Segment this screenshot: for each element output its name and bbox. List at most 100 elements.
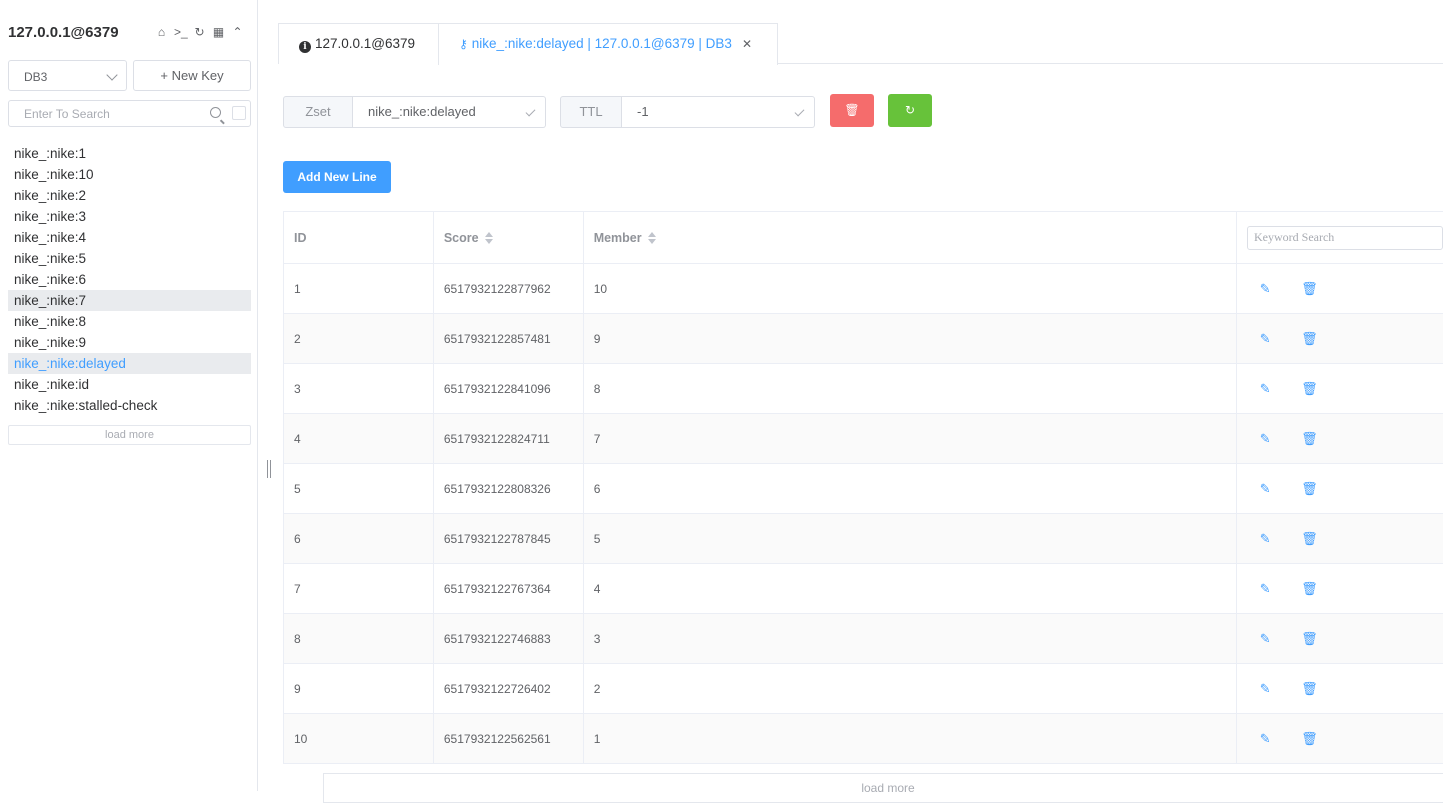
cell-id: 10 <box>284 714 434 763</box>
key-icon: ⚷ <box>459 37 468 51</box>
header-score[interactable]: Score <box>434 212 584 263</box>
connection-toolbar: ⌂ >_ ↻ ▦ ⌃ <box>155 26 244 39</box>
sort-icon[interactable] <box>484 231 493 244</box>
key-search <box>8 100 251 127</box>
trash-icon[interactable]: 🗑 <box>1301 431 1318 447</box>
cell-member: 9 <box>584 314 1238 363</box>
cell-id: 2 <box>284 314 434 363</box>
sidebar: 127.0.0.1@6379 ⌂ >_ ↻ ▦ ⌃ DB3 + New Key … <box>0 0 258 791</box>
trash-icon[interactable]: 🗑 <box>1301 481 1318 497</box>
exact-search-checkbox[interactable] <box>232 106 246 120</box>
key-list-item[interactable]: nike_:nike:3 <box>8 206 251 227</box>
check-icon[interactable] <box>794 106 805 117</box>
table-row: 3 6517932122841096 8 ✎ 🗑 <box>284 364 1443 414</box>
table-load-more[interactable]: load more <box>323 773 1443 803</box>
edit-icon[interactable]: ✎ <box>1257 331 1273 347</box>
trash-icon[interactable]: 🗑 <box>1301 731 1318 747</box>
key-list-item[interactable]: nike_:nike:5 <box>8 248 251 269</box>
edit-icon[interactable]: ✎ <box>1257 381 1273 397</box>
edit-icon[interactable]: ✎ <box>1257 681 1273 697</box>
key-list-item[interactable]: nike_:nike:4 <box>8 227 251 248</box>
table-row: 10 6517932122562561 1 ✎ 🗑 <box>284 714 1443 764</box>
table-row: 8 6517932122746883 3 ✎ 🗑 <box>284 614 1443 664</box>
trash-icon[interactable]: 🗑 <box>1301 331 1318 347</box>
cell-id: 4 <box>284 414 434 463</box>
cell-member: 1 <box>584 714 1238 763</box>
add-new-line-button[interactable]: Add New Line <box>283 161 391 193</box>
tab-connection-info[interactable]: i 127.0.0.1@6379 <box>278 23 438 64</box>
table-row: 4 6517932122824711 7 ✎ 🗑 <box>284 414 1443 464</box>
delete-key-button[interactable]: 🗑 <box>830 94 874 127</box>
trash-icon[interactable]: 🗑 <box>1301 381 1318 397</box>
edit-icon[interactable]: ✎ <box>1257 531 1273 547</box>
refresh-icon[interactable]: ↻ <box>193 26 206 39</box>
header-id: ID <box>284 212 434 263</box>
trash-icon: 🗑 <box>844 103 860 117</box>
key-list-item[interactable]: nike_:nike:1 <box>8 143 251 164</box>
check-icon[interactable] <box>525 106 536 117</box>
sort-icon[interactable] <box>647 231 656 244</box>
tab-key-detail[interactable]: ⚷ nike_:nike:delayed | 127.0.0.1@6379 | D… <box>438 23 778 65</box>
header-member-label: Member <box>593 230 642 245</box>
key-list-load-more[interactable]: load more <box>8 425 251 445</box>
table-row: 9 6517932122726402 2 ✎ 🗑 <box>284 664 1443 714</box>
trash-icon[interactable]: 🗑 <box>1301 281 1318 297</box>
key-list-item[interactable]: nike_:nike:delayed <box>8 353 251 374</box>
close-icon[interactable]: ✕ <box>742 37 752 51</box>
trash-icon[interactable]: 🗑 <box>1301 631 1318 647</box>
key-list-item[interactable]: nike_:nike:9 <box>8 332 251 353</box>
header-ops <box>1237 212 1443 263</box>
ttl-input[interactable]: -1 <box>622 96 815 128</box>
key-list-item[interactable]: nike_:nike:6 <box>8 269 251 290</box>
chevron-down-icon <box>106 69 118 81</box>
edit-icon[interactable]: ✎ <box>1257 581 1273 597</box>
tab-bar: i 127.0.0.1@6379 ⚷ nike_:nike:delayed | 12… <box>278 23 778 65</box>
edit-icon[interactable]: ✎ <box>1257 731 1273 747</box>
table-header: ID Score Member <box>284 212 1443 264</box>
edit-icon[interactable]: ✎ <box>1257 281 1273 297</box>
edit-icon[interactable]: ✎ <box>1257 431 1273 447</box>
cell-id: 1 <box>284 264 434 313</box>
trash-icon[interactable]: 🗑 <box>1301 681 1318 697</box>
keyword-search-input[interactable] <box>1246 225 1443 250</box>
cell-score: 6517932122767364 <box>434 564 584 613</box>
trash-icon[interactable]: 🗑 <box>1301 531 1318 547</box>
search-icon[interactable] <box>210 107 221 118</box>
key-search-input[interactable] <box>9 101 199 121</box>
cell-ops: ✎ 🗑 <box>1237 564 1443 613</box>
cell-ops: ✎ 🗑 <box>1237 314 1443 363</box>
edit-icon[interactable]: ✎ <box>1257 631 1273 647</box>
cell-member: 3 <box>584 614 1238 663</box>
db-select[interactable]: DB3 <box>8 60 127 91</box>
key-list-item[interactable]: nike_:nike:stalled-check <box>8 395 251 416</box>
cell-ops: ✎ 🗑 <box>1237 414 1443 463</box>
chevron-up-icon[interactable]: ⌃ <box>231 26 244 39</box>
key-type-label: Zset <box>283 96 353 128</box>
zset-table: ID Score Member 1651793212287796210✎🗑265… <box>283 211 1443 764</box>
key-list-item[interactable]: nike_:nike:7 <box>8 290 251 311</box>
cell-member: 2 <box>584 664 1238 713</box>
trash-icon[interactable]: 🗑 <box>1301 581 1318 597</box>
cell-score: 6517932122562561 <box>434 714 584 763</box>
cell-member: 8 <box>584 364 1238 413</box>
home-icon[interactable]: ⌂ <box>155 26 168 39</box>
header-member[interactable]: Member <box>584 212 1237 263</box>
key-list-item[interactable]: nike_:nike:2 <box>8 185 251 206</box>
key-list-item[interactable]: nike_:nike:id <box>8 374 251 395</box>
table-row: 1 6517932122877962 10 ✎ 🗑 <box>284 264 1443 314</box>
cell-member: 7 <box>584 414 1238 463</box>
refresh-key-button[interactable]: ↻ <box>888 94 932 127</box>
grid-icon[interactable]: ▦ <box>212 26 225 39</box>
new-key-button[interactable]: + New Key <box>133 60 251 91</box>
key-list-item[interactable]: nike_:nike:10 <box>8 164 251 185</box>
edit-icon[interactable]: ✎ <box>1257 481 1273 497</box>
resize-handle[interactable] <box>267 460 271 478</box>
cell-score: 6517932122857481 <box>434 314 584 363</box>
key-name-input[interactable]: nike_:nike:delayed <box>353 96 546 128</box>
terminal-icon[interactable]: >_ <box>174 26 188 39</box>
key-list-item[interactable]: nike_:nike:8 <box>8 311 251 332</box>
connection-title[interactable]: 127.0.0.1@6379 <box>8 24 119 41</box>
cell-id: 5 <box>284 464 434 513</box>
cell-id: 8 <box>284 614 434 663</box>
cell-id: 3 <box>284 364 434 413</box>
